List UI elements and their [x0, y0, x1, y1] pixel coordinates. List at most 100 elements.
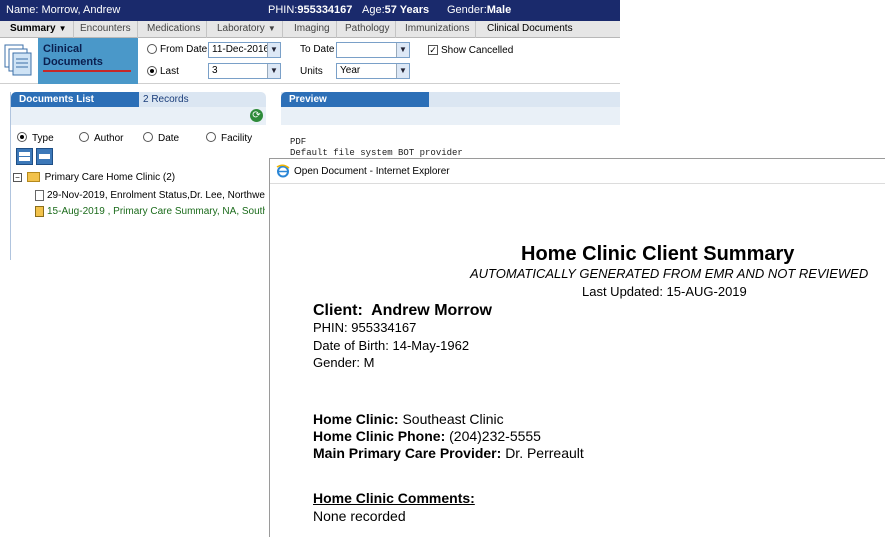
comments-label: Home Clinic Comments:	[313, 490, 475, 506]
documents-stack-icon	[4, 44, 32, 76]
expand-all-button[interactable]	[16, 148, 33, 165]
documents-list-header: Documents List 2 Records	[11, 92, 266, 107]
last-radio[interactable]	[147, 66, 157, 76]
patient-gender-field: Gender:Male	[447, 4, 511, 16]
sort-facility-label: Facility	[221, 133, 253, 144]
list-item-selected[interactable]: 15-Aug-2019 , Primary Care Summary, NA, …	[35, 206, 265, 217]
tab-medications[interactable]: Medications	[141, 21, 208, 38]
documents-list-title: Documents List	[11, 92, 139, 107]
sort-author-radio[interactable]	[79, 132, 89, 142]
tab-encounters[interactable]: Encounters	[74, 21, 138, 38]
to-date-select[interactable]: ▼	[336, 42, 410, 58]
client-label: Client:	[313, 302, 363, 319]
home-clinic-label: Home Clinic:	[313, 411, 399, 427]
units-value: Year	[340, 65, 361, 76]
sort-facility-radio[interactable]	[206, 132, 216, 142]
refresh-icon[interactable]: ⟳	[250, 109, 263, 122]
documents-list-panel: Documents List 2 Records ⟳ Type Author D…	[10, 92, 266, 260]
document-subtitle: AUTOMATICALLY GENERATED FROM EMR AND NOT…	[470, 266, 869, 281]
gender-label: Gender:	[447, 4, 487, 16]
section-title-line2: Documents	[43, 56, 103, 68]
tab-laboratory[interactable]: Laboratory ▼	[211, 21, 283, 38]
from-date-label: From Date	[160, 44, 208, 55]
document-item-text: 29-Nov-2019, Enrolment Status,Dr. Lee, N…	[47, 190, 265, 202]
tab-summary-label: Summary	[10, 23, 56, 34]
home-clinic-phone-line: Home Clinic Phone: (204)232-5555	[313, 428, 541, 444]
primary-provider-line: Main Primary Care Provider: Dr. Perreaul…	[313, 445, 584, 461]
client-line: Client: Andrew Morrow	[313, 302, 492, 320]
patient-gender: Male	[486, 4, 512, 16]
collapse-icon	[39, 154, 50, 159]
chevron-down-icon[interactable]: ▼	[396, 64, 409, 78]
age-label: Age:	[362, 4, 385, 16]
tab-immunizations-label: Immunizations	[405, 23, 470, 34]
tab-medications-label: Medications	[147, 23, 201, 34]
home-clinic-phone-label: Home Clinic Phone:	[313, 428, 446, 444]
tab-immunizations[interactable]: Immunizations	[399, 21, 477, 38]
preview-toolbar	[281, 107, 620, 125]
record-count: 2 Records	[143, 94, 189, 105]
ie-window-title: Open Document - Internet Explorer	[294, 166, 450, 177]
patient-phin: 955334167	[297, 4, 353, 16]
internet-explorer-icon	[276, 164, 290, 178]
sort-date-radio[interactable]	[143, 132, 153, 142]
expand-icon	[19, 152, 30, 161]
patient-banner: Name: Morrow, Andrew PHIN:955334167 Age:…	[0, 0, 620, 21]
tab-pathology-label: Pathology	[345, 23, 390, 34]
last-value: 3	[212, 65, 218, 76]
chevron-down-icon[interactable]: ▼	[267, 43, 280, 57]
from-date-radio[interactable]	[147, 44, 157, 54]
sort-type-label: Type	[32, 133, 54, 144]
filter-toolbar: Clinical Documents From Date 11-Dec-2016…	[0, 38, 620, 84]
ie-title-bar[interactable]: Open Document - Internet Explorer	[270, 159, 885, 184]
tab-summary[interactable]: Summary ▼	[4, 21, 74, 38]
client-dob: Date of Birth: 14-May-1962	[313, 338, 470, 353]
last-value-select[interactable]: 3 ▼	[208, 63, 281, 79]
from-date-value: 11-Dec-2016	[212, 44, 270, 55]
preview-line: Default file system BOT provider	[290, 148, 463, 158]
document-title: Home Clinic Client Summary	[521, 243, 795, 265]
sort-type-radio[interactable]	[17, 132, 27, 142]
comments-value: None recorded	[313, 508, 406, 524]
patient-age: 57 Years	[384, 4, 430, 16]
show-cancelled-checkbox[interactable]: ✓	[428, 45, 438, 55]
tab-pathology[interactable]: Pathology	[339, 21, 397, 38]
tab-clinical-documents[interactable]: Clinical Documents	[481, 21, 579, 38]
chevron-down-icon[interactable]: ▼	[396, 43, 409, 57]
section-title-line1: Clinical	[43, 43, 83, 55]
preview-line: PDF	[290, 137, 307, 147]
primary-provider-value: Dr. Perreault	[505, 445, 584, 461]
preview-header: Preview	[281, 92, 620, 107]
sort-author-label: Author	[94, 133, 124, 144]
patient-phin-field: PHIN:955334167	[268, 4, 352, 16]
home-clinic-value: Southeast Clinic	[402, 411, 504, 427]
units-select[interactable]: Year ▼	[336, 63, 410, 79]
list-item[interactable]: 29-Nov-2019, Enrolment Status,Dr. Lee, N…	[35, 190, 265, 201]
from-date-select[interactable]: 11-Dec-2016 ▼	[208, 42, 281, 58]
chevron-down-icon: ▼	[58, 24, 67, 33]
patient-age-field: Age:57 Years	[362, 4, 429, 16]
tab-encounters-label: Encounters	[80, 23, 131, 34]
section-title: Clinical Documents	[38, 38, 138, 84]
tab-imaging[interactable]: Imaging	[288, 21, 337, 38]
tab-laboratory-label: Laboratory	[217, 23, 265, 34]
module-tab-bar: Summary ▼ Encounters Medications Laborato…	[0, 21, 620, 38]
document-icon	[35, 206, 44, 217]
documents-list-toolbar: ⟳	[11, 107, 266, 125]
chevron-down-icon[interactable]: ▼	[267, 64, 280, 78]
home-clinic-phone-value: (204)232-5555	[449, 428, 541, 444]
tree-group-row[interactable]: − Primary Care Home Clinic (2)	[13, 172, 263, 183]
tab-imaging-label: Imaging	[294, 23, 330, 34]
tree-collapse-icon[interactable]: −	[13, 172, 22, 182]
ie-window: Open Document - Internet Explorer Home C…	[269, 158, 885, 537]
tab-clinical-documents-label: Clinical Documents	[487, 23, 573, 34]
client-phin: PHIN: 955334167	[313, 320, 417, 335]
patient-name-field: Name: Morrow, Andrew	[6, 4, 120, 16]
tree-group-label: Primary Care Home Clinic (2)	[44, 172, 176, 183]
name-label: Name:	[6, 4, 39, 16]
show-cancelled-label: Show Cancelled	[441, 45, 514, 56]
units-label: Units	[300, 66, 323, 77]
client-gender: Gender: M	[313, 355, 375, 370]
preview-title: Preview	[281, 92, 429, 107]
collapse-all-button[interactable]	[36, 148, 53, 165]
